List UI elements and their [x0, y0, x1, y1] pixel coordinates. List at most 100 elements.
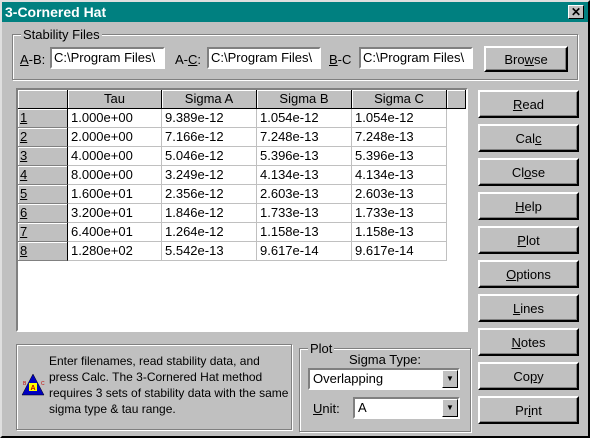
button-label-key: p — [529, 368, 538, 384]
table-cell[interactable]: 2.603e-13 — [352, 185, 447, 204]
button-label-post: se — [531, 164, 546, 180]
table-cell[interactable]: 2.000e+00 — [68, 128, 162, 147]
print-button[interactable]: Pr i nt — [478, 396, 579, 424]
table-cell[interactable]: 2.356e-12 — [162, 185, 257, 204]
column-header[interactable]: Sigma B — [257, 90, 352, 109]
row-header[interactable]: 8 — [18, 242, 68, 261]
column-header[interactable]: Tau — [68, 90, 162, 109]
browse-button[interactable]: Bro w se — [484, 46, 568, 72]
table-cell[interactable]: 9.389e-12 — [162, 109, 257, 128]
table-cell[interactable]: 1.846e-12 — [162, 204, 257, 223]
button-label-post: y — [537, 368, 544, 384]
read-button[interactable]: Read — [478, 90, 579, 118]
table-cell[interactable]: 5.046e-12 — [162, 147, 257, 166]
button-label-key: o — [524, 164, 532, 180]
row-header[interactable]: 7 — [18, 223, 68, 242]
calc-button[interactable]: Cal c — [478, 124, 579, 152]
copy-button[interactable]: Co p y — [478, 362, 579, 390]
column-header[interactable]: Sigma C — [352, 90, 447, 109]
table-cell[interactable]: 5.542e-13 — [162, 242, 257, 261]
unit-label: Unit: — [313, 401, 340, 416]
table-cell[interactable]: 1.733e-13 — [352, 204, 447, 223]
button-label-pre: Co — [513, 368, 530, 384]
table-cell[interactable]: 3.200e+01 — [68, 204, 162, 223]
row-header[interactable]: 4 — [18, 166, 68, 185]
table-cell[interactable]: 4.134e-13 — [257, 166, 352, 185]
ab-file-field[interactable]: C:\Program Files\ — [50, 47, 165, 69]
plot-button[interactable]: Plot — [478, 226, 579, 254]
hat-icon-letter-a: A — [30, 385, 35, 392]
stability-data-grid[interactable]: Tau Sigma A Sigma B Sigma C 1 1.000e+00 9.389e… — [16, 88, 468, 332]
options-button[interactable]: Options — [478, 260, 579, 288]
button-label-pre: Pr — [515, 402, 529, 418]
table-cell[interactable]: 8.000e+00 — [68, 166, 162, 185]
table-cell[interactable]: 1.000e+00 — [68, 109, 162, 128]
corner-header — [18, 90, 68, 109]
table-cell[interactable]: 1.158e-13 — [257, 223, 352, 242]
plot-legend: Plot — [308, 341, 335, 356]
table-cell[interactable]: 7.248e-13 — [257, 128, 352, 147]
table-cell[interactable]: 1.054e-12 — [257, 109, 352, 128]
unit-value: A — [358, 400, 367, 415]
row-header[interactable]: 1 — [18, 109, 68, 128]
table-cell[interactable]: 4.000e+00 — [68, 147, 162, 166]
table-cell[interactable]: 2.603e-13 — [257, 185, 352, 204]
button-label-key: H — [515, 198, 525, 214]
window-title: 3-Cornered Hat — [5, 4, 107, 20]
table-cell[interactable]: 7.248e-13 — [352, 128, 447, 147]
button-label-key: L — [512, 300, 521, 316]
hat-icon: A B C — [21, 373, 45, 396]
table-cell[interactable]: 1.280e+02 — [68, 242, 162, 261]
close-button[interactable]: ✕ — [568, 5, 584, 19]
close-button[interactable]: Cl o se — [478, 158, 579, 186]
table-cell[interactable]: 3.249e-12 — [162, 166, 257, 185]
bc-file-field[interactable]: C:\Program Files\ — [359, 47, 473, 69]
button-label-key: O — [506, 266, 517, 282]
notes-button[interactable]: Notes — [478, 328, 579, 356]
table-cell[interactable]: 6.400e+01 — [68, 223, 162, 242]
table-cell[interactable]: 1.158e-13 — [352, 223, 447, 242]
chevron-down-icon[interactable]: ▼ — [442, 399, 458, 417]
ac-file-field[interactable]: C:\Program Files\ — [207, 47, 321, 69]
button-label-key: N — [511, 334, 521, 350]
button-label-pre: Cl — [511, 164, 525, 180]
table-cell[interactable]: 1.600e+01 — [68, 185, 162, 204]
sigma-type-value: Overlapping — [313, 371, 384, 386]
title-bar[interactable]: 3-Cornered Hat ✕ — [2, 2, 588, 22]
table-cell[interactable]: 1.733e-13 — [257, 204, 352, 223]
button-label-key: P — [517, 232, 526, 248]
stability-files-legend: Stability Files — [21, 27, 102, 42]
sigma-type-label: Sigma Type: — [349, 352, 422, 367]
info-box: A B C Enter filenames, read stability da… — [16, 344, 292, 430]
header-filler — [447, 90, 466, 109]
button-label-post: elp — [524, 198, 542, 214]
table-cell[interactable]: 5.396e-13 — [257, 147, 352, 166]
sigma-type-select[interactable]: Overlapping ▼ — [308, 368, 460, 390]
table-cell[interactable]: 4.134e-13 — [352, 166, 447, 185]
lines-button[interactable]: Lines — [478, 294, 579, 322]
table-cell[interactable]: 7.166e-12 — [162, 128, 257, 147]
row-header[interactable]: 5 — [18, 185, 68, 204]
row-header[interactable]: 6 — [18, 204, 68, 223]
hat-icon-letter-c: C — [41, 381, 45, 387]
row-header[interactable]: 2 — [18, 128, 68, 147]
button-label-key: c — [535, 130, 542, 146]
button-label-post: ead — [522, 96, 545, 112]
button-label-post: ines — [520, 300, 545, 316]
button-label-post: otes — [520, 334, 546, 350]
table-cell[interactable]: 9.617e-14 — [257, 242, 352, 261]
table-cell[interactable]: 1.264e-12 — [162, 223, 257, 242]
unit-select[interactable]: A ▼ — [353, 397, 460, 419]
table-cell[interactable]: 5.396e-13 — [352, 147, 447, 166]
ac-label: A-C: — [175, 52, 202, 67]
ab-label: A-B: — [20, 52, 46, 67]
chevron-down-icon[interactable]: ▼ — [442, 370, 458, 388]
table-cell[interactable]: 9.617e-14 — [352, 242, 447, 261]
table-cell[interactable]: 1.054e-12 — [352, 109, 447, 128]
button-label-post: ptions — [516, 266, 551, 282]
button-label-post: nt — [531, 402, 542, 418]
column-header[interactable]: Sigma A — [162, 90, 257, 109]
row-header[interactable]: 3 — [18, 147, 68, 166]
info-text: Enter filenames, read stability data, an… — [49, 354, 289, 416]
help-button[interactable]: Help — [478, 192, 579, 220]
